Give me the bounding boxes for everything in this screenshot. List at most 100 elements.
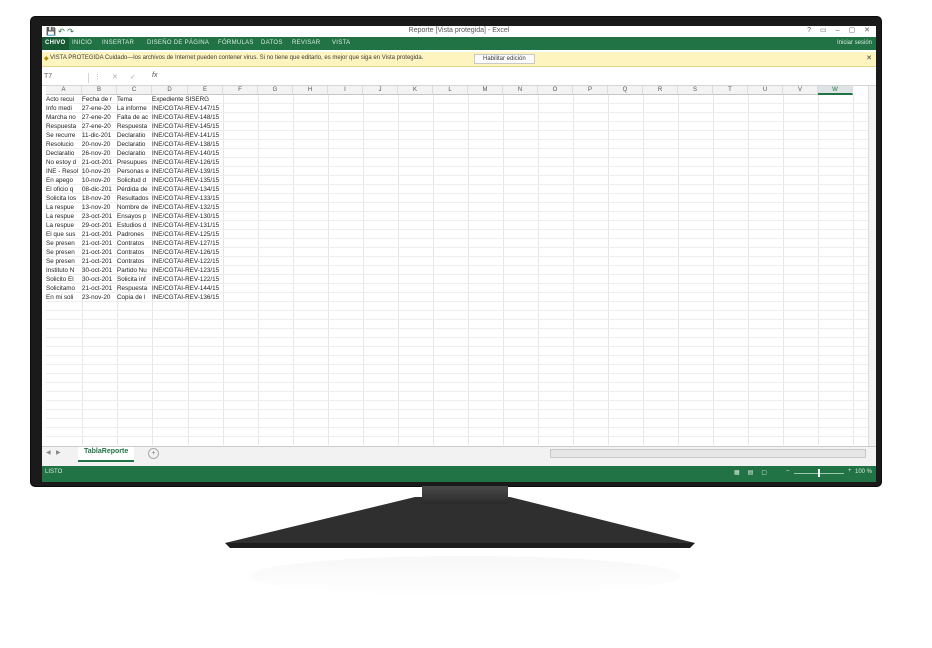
cell[interactable]: 30-oct-201 bbox=[82, 275, 117, 284]
column-header-H[interactable]: H bbox=[293, 86, 328, 95]
cell[interactable]: La respue bbox=[46, 212, 82, 221]
cell[interactable]: INE/CGTAI-REV-136/15 bbox=[152, 293, 262, 302]
ribbon-tab-7[interactable]: VISTA bbox=[332, 40, 350, 46]
column-header-A[interactable]: A bbox=[46, 86, 82, 95]
cell[interactable]: En apego bbox=[46, 176, 82, 185]
cell[interactable]: INE/CGTAI-REV-138/15 bbox=[152, 140, 262, 149]
cell[interactable]: Contratos bbox=[117, 239, 152, 248]
window-control-4[interactable]: ✕ bbox=[864, 27, 870, 34]
column-header-U[interactable]: U bbox=[748, 86, 783, 95]
sheet-tab[interactable]: TablaReporte bbox=[78, 447, 135, 462]
column-header-S[interactable]: S bbox=[678, 86, 713, 95]
cell[interactable]: INE/CGTAI-REV-144/15 bbox=[152, 284, 262, 293]
cell[interactable]: INE/CGTAI-REV-127/15 bbox=[152, 239, 262, 248]
ribbon-tab-2[interactable]: INSERTAR bbox=[102, 40, 134, 46]
cell[interactable]: Marcha no bbox=[46, 113, 82, 122]
ribbon-tab-4[interactable]: FÓRMULAS bbox=[218, 40, 254, 46]
cell[interactable]: INE/CGTAI-REV-139/15 bbox=[152, 167, 262, 176]
cell[interactable]: 21-oct-201 bbox=[82, 248, 117, 257]
column-header-K[interactable]: K bbox=[398, 86, 433, 95]
cell[interactable]: Personas e bbox=[117, 167, 152, 176]
column-header-E[interactable]: E bbox=[188, 86, 223, 95]
cell[interactable]: INE/CGTAI-REV-148/15 bbox=[152, 113, 262, 122]
cell[interactable]: INE/CGTAI-REV-134/15 bbox=[152, 185, 262, 194]
cell[interactable]: INE/CGTAI-REV-131/15 bbox=[152, 221, 262, 230]
ribbon-tab-1[interactable]: INICIO bbox=[72, 40, 92, 46]
cell[interactable]: La respue bbox=[46, 203, 82, 212]
cell[interactable]: 20-nov-20 bbox=[82, 140, 117, 149]
cell[interactable]: INE/CGTAI-REV-122/15 bbox=[152, 257, 262, 266]
ribbon-tab-3[interactable]: DISEÑO DE PÁGINA bbox=[147, 40, 209, 46]
cell[interactable]: 08-dic-201 bbox=[82, 185, 117, 194]
cell[interactable]: 10-nov-20 bbox=[82, 176, 117, 185]
cell[interactable]: Se presen bbox=[46, 248, 82, 257]
window-control-3[interactable]: ▢ bbox=[849, 27, 856, 34]
column-header-Q[interactable]: Q bbox=[608, 86, 643, 95]
cell[interactable]: Declaratio bbox=[117, 140, 152, 149]
cell[interactable]: Ensayos p bbox=[117, 212, 152, 221]
cell-grid[interactable]: Acto recui Fecha de r Tema Expediente SISER… bbox=[46, 95, 868, 445]
cell[interactable]: Se recurre bbox=[46, 131, 82, 140]
cell[interactable]: Se presen bbox=[46, 257, 82, 266]
cell[interactable]: 10-nov-20 bbox=[82, 167, 117, 176]
cell[interactable]: 27-ene-20 bbox=[82, 104, 117, 113]
cell[interactable]: Solicita inf bbox=[117, 275, 152, 284]
cell[interactable]: INE/CGTAI-REV-125/15 bbox=[152, 230, 262, 239]
cell[interactable]: 21-oct-201 bbox=[82, 239, 117, 248]
cell[interactable]: La informe bbox=[117, 104, 152, 113]
cell[interactable]: INE/CGTAI-REV-141/15 bbox=[152, 131, 262, 140]
cell[interactable]: No estoy d bbox=[46, 158, 82, 167]
cell[interactable]: Nombre de bbox=[117, 203, 152, 212]
cell[interactable]: INE/CGTAI-REV-130/15 bbox=[152, 212, 262, 221]
cell[interactable]: El oficio q bbox=[46, 185, 82, 194]
close-icon[interactable]: ✕ bbox=[866, 54, 872, 62]
cell[interactable]: 13-nov-20 bbox=[82, 203, 117, 212]
cell[interactable]: Copia de l bbox=[117, 293, 152, 302]
ribbon-tab-6[interactable]: REVISAR bbox=[292, 40, 320, 46]
cell[interactable]: El que sus bbox=[46, 230, 82, 239]
zoom-slider-thumb[interactable] bbox=[818, 469, 820, 477]
cell[interactable]: 26-nov-20 bbox=[82, 149, 117, 158]
column-header-D[interactable]: D bbox=[152, 86, 188, 95]
column-header-C[interactable]: C bbox=[117, 86, 152, 95]
column-header-L[interactable]: L bbox=[433, 86, 468, 95]
cell[interactable]: Respuesta bbox=[117, 284, 152, 293]
cell[interactable]: Respuesta bbox=[46, 122, 82, 131]
cell[interactable]: INE/CGTAI-REV-126/15 bbox=[152, 248, 262, 257]
name-box[interactable]: T7 bbox=[42, 73, 89, 83]
cell[interactable]: INE - Resol bbox=[46, 167, 82, 176]
cell[interactable]: 21-oct-201 bbox=[82, 158, 117, 167]
column-header-F[interactable]: F bbox=[223, 86, 258, 95]
cell[interactable]: INE/CGTAI-REV-145/15 bbox=[152, 122, 262, 131]
cell[interactable]: 29-oct-201 bbox=[82, 221, 117, 230]
cell[interactable]: 18-nov-20 bbox=[82, 194, 117, 203]
enter-icon[interactable]: ✓ bbox=[130, 73, 136, 81]
column-header-I[interactable]: I bbox=[328, 86, 363, 95]
cell[interactable]: La respue bbox=[46, 221, 82, 230]
cell[interactable]: 21-oct-201 bbox=[82, 284, 117, 293]
cell[interactable]: 11-dic-201 bbox=[82, 131, 117, 140]
horizontal-scrollbar[interactable] bbox=[550, 449, 866, 458]
column-header-B[interactable]: B bbox=[82, 86, 117, 95]
cell[interactable]: Declaratio bbox=[117, 149, 152, 158]
cell[interactable]: Solicitamo bbox=[46, 284, 82, 293]
zoom-level[interactable]: 100 % bbox=[855, 469, 872, 475]
cell[interactable]: Solicitud d bbox=[117, 176, 152, 185]
column-header-R[interactable]: R bbox=[643, 86, 678, 95]
cell[interactable]: Tema bbox=[117, 95, 152, 104]
cell[interactable]: 27-ene-20 bbox=[82, 113, 117, 122]
cell[interactable]: INE/CGTAI-REV-122/15 bbox=[152, 275, 262, 284]
column-header-M[interactable]: M bbox=[468, 86, 503, 95]
view-buttons[interactable]: ▦▤▢ bbox=[734, 469, 775, 476]
sign-in-link[interactable]: Iniciar sesión bbox=[837, 40, 872, 46]
ribbon-tab-0[interactable]: CHIVO bbox=[42, 37, 69, 50]
cell[interactable]: INE/CGTAI-REV-147/15 bbox=[152, 104, 262, 113]
cell[interactable]: Resultados bbox=[117, 194, 152, 203]
cell[interactable]: Fecha de r bbox=[82, 95, 117, 104]
column-header-G[interactable]: G bbox=[258, 86, 293, 95]
cell[interactable]: Resolucio bbox=[46, 140, 82, 149]
cell[interactable]: Padrones bbox=[117, 230, 152, 239]
column-header-W[interactable]: W bbox=[818, 86, 853, 95]
column-header-N[interactable]: N bbox=[503, 86, 538, 95]
add-sheet-button[interactable]: + bbox=[148, 448, 159, 459]
